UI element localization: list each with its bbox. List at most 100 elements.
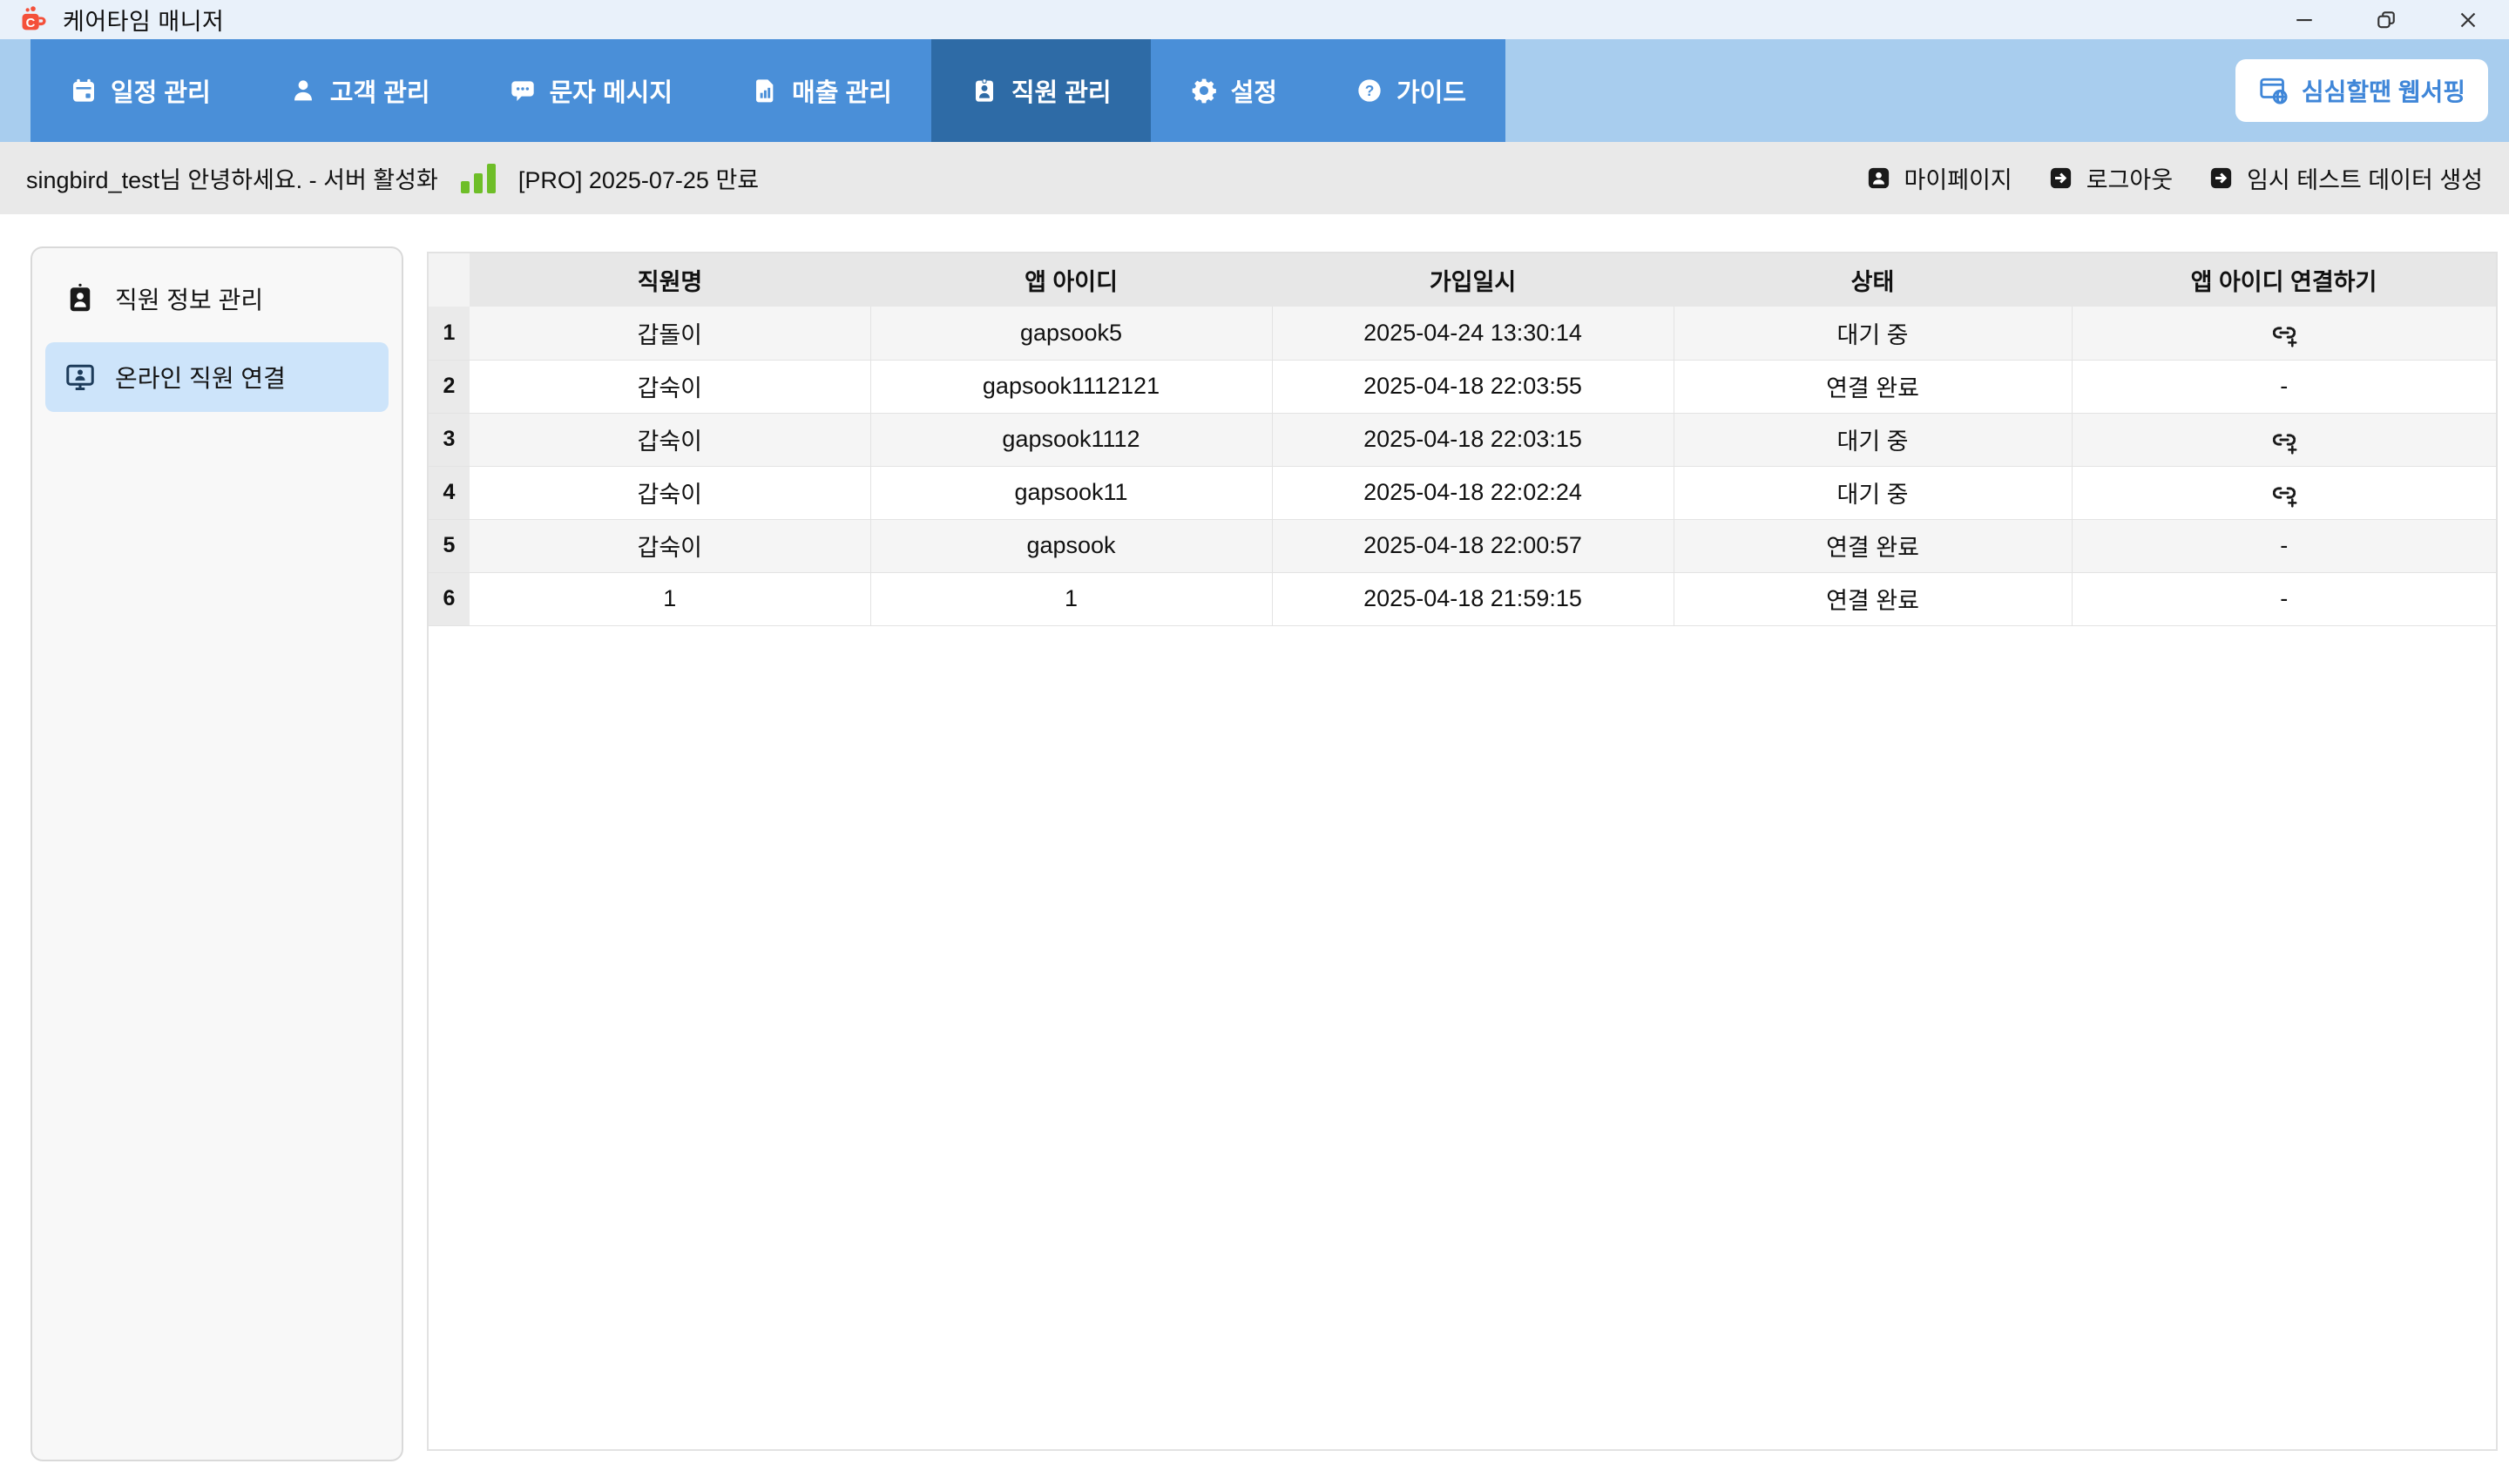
sidebar-item-online-employee-link[interactable]: 온라인 직원 연결 [45,342,389,412]
generate-test-data-label: 임시 테스트 데이터 생성 [2247,161,2483,195]
cell-joined-at: 2025-04-18 22:02:24 [1272,466,1674,519]
row-number: 5 [429,519,470,572]
sidebar-item-label: 직원 정보 관리 [115,281,263,316]
tab-guide[interactable]: ? 가이드 [1316,39,1505,142]
window-title: 케어타임 매니저 [63,3,224,37]
svg-text:C: C [26,16,36,30]
sidebar: 직원 정보 관리 온라인 직원 연결 [30,246,403,1461]
person-icon [289,77,317,105]
tab-employees[interactable]: 직원 관리 [931,39,1151,142]
status-left: singbird_test님 안녕하세요. - 서버 활성화 [PRO] 202… [26,161,759,195]
tab-messages[interactable]: 문자 메시지 [470,39,712,142]
header-link-app-id: 앱 아이디 연결하기 [2072,253,2496,307]
header-employee-name: 직원명 [470,253,870,307]
cell-status: 연결 완료 [1674,519,2072,572]
table-row: 6 1 1 2025-04-18 21:59:15 연결 완료 - [429,572,2496,625]
cell-employee-name: 갑숙이 [470,413,870,466]
tab-schedule[interactable]: 일정 관리 [30,39,250,142]
browser-globe-icon [2258,75,2289,106]
status-right: 마이페이지 로그아웃 임시 테스트 데이터 생성 [1865,161,2483,195]
close-button[interactable] [2427,0,2509,39]
cell-joined-at: 2025-04-18 21:59:15 [1272,572,1674,625]
webring-button-label: 심심할땐 웹서핑 [2302,73,2465,108]
cell-joined-at: 2025-04-18 22:03:15 [1272,413,1674,466]
cell-link-action: - [2072,572,2496,625]
svg-text:?: ? [1365,82,1375,99]
cell-link-action: - [2072,519,2496,572]
restore-icon [2373,7,2399,33]
webring-button[interactable]: 심심할땐 웹서핑 [2235,59,2488,122]
sidebar-item-employee-info[interactable]: 직원 정보 관리 [45,267,389,330]
generate-test-data-link[interactable]: 임시 테스트 데이터 생성 [2208,161,2483,195]
close-icon [2455,7,2481,33]
table-header-row: 직원명 앱 아이디 가입일시 상태 앱 아이디 연결하기 [429,253,2496,307]
badge-icon [970,77,998,105]
logout-label: 로그아웃 [2086,161,2173,195]
tab-label: 가이드 [1397,72,1466,109]
tab-label: 매출 관리 [792,72,892,109]
chat-icon [509,77,537,105]
employee-table-panel: 직원명 앱 아이디 가입일시 상태 앱 아이디 연결하기 1 갑돌이 gapso… [427,252,2498,1451]
cell-employee-name: 갑숙이 [470,466,870,519]
signal-bars-icon [461,164,496,193]
tab-label: 설정 [1231,72,1277,109]
gear-icon [1190,77,1218,105]
tab-settings[interactable]: 설정 [1151,39,1316,142]
header-app-id: 앱 아이디 [870,253,1272,307]
cell-status: 연결 완료 [1674,360,2072,413]
tab-label: 문자 메시지 [550,72,673,109]
mug-icon: C [19,5,49,35]
nav-bar: 일정 관리 고객 관리 문자 메시지 [0,39,2509,142]
cell-employee-name: 1 [470,572,870,625]
header-joined-at: 가입일시 [1272,253,1674,307]
cell-joined-at: 2025-04-24 13:30:14 [1272,307,1674,360]
link-plus-icon[interactable] [2269,424,2300,455]
minimize-button[interactable] [2263,0,2345,39]
row-number: 3 [429,413,470,466]
cell-joined-at: 2025-04-18 22:00:57 [1272,519,1674,572]
mypage-label: 마이페이지 [1904,161,2012,195]
tab-label: 고객 관리 [330,72,430,109]
sales-doc-icon [751,77,779,105]
link-plus-icon[interactable] [2269,477,2300,509]
table-row: 4 갑숙이 gapsook11 2025-04-18 22:02:24 대기 중 [429,466,2496,519]
tab-label: 일정 관리 [111,72,211,109]
minimize-icon [2291,7,2317,33]
mypage-link[interactable]: 마이페이지 [1865,161,2012,195]
employee-table: 직원명 앱 아이디 가입일시 상태 앱 아이디 연결하기 1 갑돌이 gapso… [429,253,2496,626]
cell-link-action [2072,466,2496,519]
cell-employee-name: 갑돌이 [470,307,870,360]
cell-app-id: 1 [870,572,1272,625]
table-row: 1 갑돌이 gapsook5 2025-04-24 13:30:14 대기 중 [429,307,2496,360]
row-number: 6 [429,572,470,625]
table-row: 3 갑숙이 gapsook1112 2025-04-18 22:03:15 대기… [429,413,2496,466]
restore-button[interactable] [2345,0,2427,39]
header-row-number [429,253,470,307]
table-row: 2 갑숙이 gapsook1112121 2025-04-18 22:03:55… [429,360,2496,413]
link-plus-icon[interactable] [2269,317,2300,348]
nav-tabs: 일정 관리 고객 관리 문자 메시지 [30,39,1505,142]
cell-joined-at: 2025-04-18 22:03:55 [1272,360,1674,413]
cell-app-id: gapsook11 [870,466,1272,519]
title-bar: C 케어타임 매니저 [0,0,2509,39]
cell-employee-name: 갑숙이 [470,360,870,413]
license-text: [PRO] 2025-07-25 만료 [518,161,759,195]
logout-icon [2208,165,2235,192]
status-bar: singbird_test님 안녕하세요. - 서버 활성화 [PRO] 202… [0,142,2509,214]
cell-app-id: gapsook1112121 [870,360,1272,413]
cell-status: 대기 중 [1674,466,2072,519]
greeting-text: singbird_test님 안녕하세요. - 서버 활성화 [26,161,438,195]
calendar-icon [70,77,98,105]
cell-link-action: - [2072,360,2496,413]
monitor-person-icon [64,361,96,393]
cell-app-id: gapsook1112 [870,413,1272,466]
question-icon: ? [1356,77,1383,105]
app-window: C 케어타임 매니저 [0,0,2509,1484]
logout-link[interactable]: 로그아웃 [2047,161,2173,195]
cell-employee-name: 갑숙이 [470,519,870,572]
cell-app-id: gapsook [870,519,1272,572]
tab-customers[interactable]: 고객 관리 [250,39,470,142]
tab-sales[interactable]: 매출 관리 [712,39,931,142]
row-number: 1 [429,307,470,360]
window-controls [2263,0,2509,39]
